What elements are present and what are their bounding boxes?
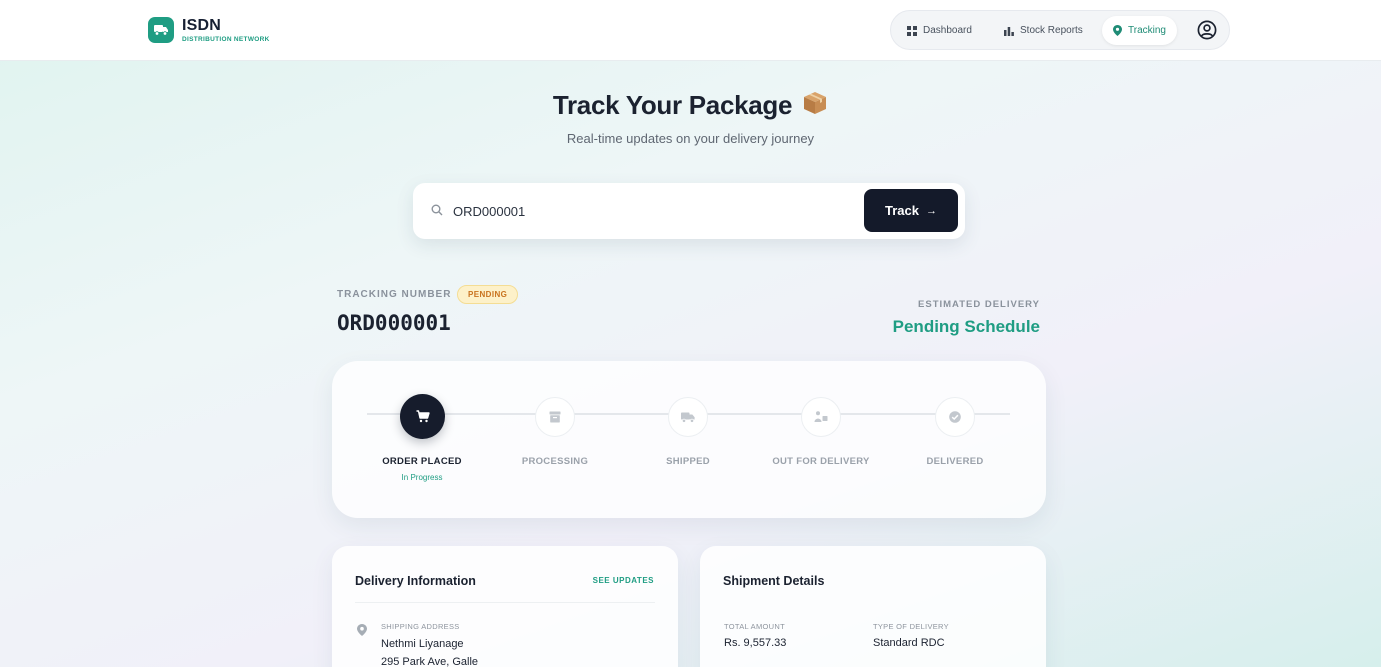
nav-tracking[interactable]: Tracking <box>1102 16 1177 45</box>
delivery-progress-stepper: ORDER PLACED In Progress PROCESSING SHIP… <box>332 361 1046 518</box>
step-shipped-label: SHIPPED <box>666 456 710 467</box>
delivery-type-value: Standard RDC <box>873 637 945 649</box>
brand-subtitle: DISTRIBUTION NETWORK <box>182 36 270 43</box>
brand-logo[interactable]: ISDN DISTRIBUTION NETWORK <box>148 17 270 43</box>
track-button[interactable]: Track → <box>864 189 958 232</box>
arrow-right-icon: → <box>925 204 937 217</box>
nav-dashboard[interactable]: Dashboard <box>896 16 983 45</box>
step-order-placed-status: In Progress <box>401 473 443 482</box>
cart-icon <box>400 394 445 439</box>
brand-name: ISDN <box>182 17 222 34</box>
truck-logo-icon <box>148 17 174 43</box>
box-archive-icon <box>535 397 575 437</box>
tracking-number-input[interactable] <box>453 199 853 223</box>
tracking-search-bar: Track → <box>413 183 965 239</box>
shipment-details-title: Shipment Details <box>723 574 825 588</box>
tracking-number-label: TRACKING NUMBER <box>337 289 452 300</box>
nav-dashboard-label: Dashboard <box>923 25 972 36</box>
check-circle-icon <box>935 397 975 437</box>
bar-chart-icon <box>1004 26 1014 36</box>
total-amount-value: Rs. 9,557.33 <box>724 637 787 649</box>
hero-title-row: Track Your Package <box>0 90 1381 121</box>
step-processing-label: PROCESSING <box>521 456 589 467</box>
user-circle-icon <box>1197 20 1217 40</box>
track-button-label: Track <box>885 203 919 218</box>
nav-stock-reports[interactable]: Stock Reports <box>993 16 1094 45</box>
user-avatar[interactable] <box>1197 20 1217 40</box>
top-header: ISDN DISTRIBUTION NETWORK Dashboard Stoc… <box>0 0 1381 61</box>
truck-icon <box>668 397 708 437</box>
shipping-address-line: 295 Park Ave, Galle <box>381 656 479 667</box>
status-badge: PENDING <box>457 285 519 304</box>
delivery-information-title: Delivery Information <box>355 574 476 588</box>
see-updates-link[interactable]: SEE UPDATES <box>593 576 654 585</box>
page-subtitle: Real-time updates on your delivery journ… <box>566 131 815 146</box>
step-out-for-delivery-label: OUT FOR DELIVERY <box>772 456 870 467</box>
step-delivered-label: DELIVERED <box>926 456 984 467</box>
tracking-number-value: ORD000001 <box>337 311 451 335</box>
location-pin-icon <box>357 624 367 636</box>
delivery-type-label: TYPE OF DELIVERY <box>873 622 949 631</box>
page-title: Track Your Package <box>552 90 793 120</box>
recipient-name: Nethmi Liyanage <box>381 638 464 650</box>
shipment-details-card: Shipment Details TOTAL AMOUNT Rs. 9,557.… <box>700 546 1046 667</box>
estimated-delivery-value: Pending Schedule <box>892 317 1040 336</box>
main-nav: Dashboard Stock Reports Tracking <box>890 10 1230 50</box>
card-divider <box>355 602 655 603</box>
shipping-address-label: SHIPPING ADDRESS <box>381 622 460 631</box>
location-pin-icon <box>1113 25 1122 36</box>
step-order-placed-label: ORDER PLACED <box>382 456 462 467</box>
delivery-information-card: Delivery Information SEE UPDATES SHIPPIN… <box>332 546 678 667</box>
package-icon <box>802 90 828 121</box>
search-icon <box>431 204 443 216</box>
total-amount-label: TOTAL AMOUNT <box>724 622 785 631</box>
grid-icon <box>907 25 917 36</box>
nav-stock-reports-label: Stock Reports <box>1020 25 1083 36</box>
delivery-person-icon <box>801 397 841 437</box>
nav-tracking-label: Tracking <box>1128 25 1166 36</box>
estimated-delivery-label: ESTIMATED DELIVERY <box>918 299 1040 310</box>
